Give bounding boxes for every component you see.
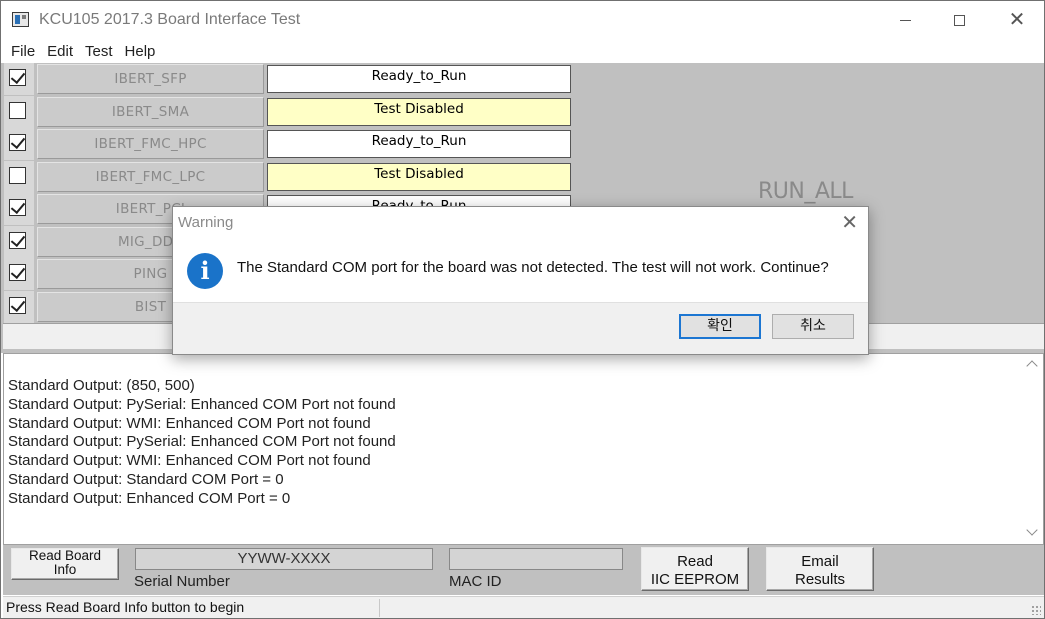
dialog-title: Warning (178, 214, 234, 231)
read-board-label-line1: Read Board (28, 548, 102, 563)
status-divider (379, 599, 380, 617)
log-line: Standard Output: Enhanced COM Port = 0 (8, 489, 291, 507)
app-window: KCU105 2017.3 Board Interface Test ✕ Fil… (0, 0, 1045, 619)
status-bar: Press Read Board Info button to begin (3, 596, 1044, 618)
test-row-ibert-fmc-hpc: IBERT_FMC_HPC Ready_to_Run (1, 128, 573, 160)
test-checkbox[interactable] (9, 296, 26, 314)
test-checkbox[interactable] (9, 199, 26, 216)
test-row-ibert-sma: IBERT_SMA Test Disabled (1, 95, 573, 128)
mac-id-label: MAC ID (449, 573, 502, 590)
menu-help[interactable]: Help (119, 41, 162, 63)
log-line: Standard Output: WMI: Enhanced COM Port … (8, 452, 371, 470)
log-line: Standard Output: PySerial: Enhanced COM … (8, 395, 396, 413)
menu-edit[interactable]: Edit (41, 41, 79, 63)
read-iic-label-line2: IIC EEPROM (650, 571, 740, 588)
maximize-button[interactable] (932, 1, 986, 39)
menu-test[interactable]: Test (79, 41, 119, 63)
close-icon: ✕ (1008, 9, 1026, 31)
scroll-up-icon[interactable] (1026, 360, 1038, 372)
log-output[interactable]: Standard Output: (850, 500) Standard Out… (3, 353, 1044, 545)
test-status: Test Disabled (267, 162, 571, 191)
test-status: Ready_to_Run (267, 65, 571, 93)
maximize-icon (953, 14, 965, 26)
test-name-button[interactable]: IBERT_SMA (37, 96, 264, 127)
menu-bar: File Edit Test Help (1, 41, 161, 63)
dialog-footer: 확인 취소 (173, 302, 868, 354)
warning-dialog: Warning ✕ i The Standard COM port for th… (172, 206, 869, 355)
dialog-close-icon[interactable]: ✕ (841, 211, 858, 235)
test-name-button[interactable]: IBERT_SFP (37, 64, 264, 94)
test-name-button[interactable]: IBERT_FMC_HPC (37, 129, 264, 159)
test-row-ibert-fmc-lpc: IBERT_FMC_LPC Test Disabled (1, 160, 573, 193)
email-label-line1: Email (801, 553, 839, 570)
log-line: Standard Output: Standard COM Port = 0 (8, 470, 284, 488)
log-line: Standard Output: (850, 500) (8, 377, 195, 394)
checkbox-cell (4, 258, 34, 290)
test-status: Ready_to_Run (267, 130, 571, 158)
test-name-button[interactable]: IBERT_FMC_LPC (37, 161, 264, 192)
run-all-button[interactable]: RUN_ALL (758, 179, 853, 204)
read-board-label-line2: Info (53, 562, 77, 577)
test-checkbox[interactable] (9, 101, 26, 119)
checkbox-cell (4, 160, 34, 193)
test-checkbox[interactable] (9, 134, 26, 151)
test-checkbox[interactable] (9, 264, 26, 281)
resize-grip-icon[interactable] (1031, 605, 1041, 615)
title-bar: KCU105 2017.3 Board Interface Test ✕ (1, 1, 1044, 39)
test-checkbox[interactable] (9, 231, 26, 249)
log-lines: Standard Output: (850, 500) Standard Out… (8, 377, 396, 509)
test-checkbox[interactable] (9, 69, 26, 86)
checkbox-cell (4, 225, 34, 258)
close-button[interactable]: ✕ (990, 1, 1044, 39)
scroll-down-icon[interactable] (1026, 524, 1038, 536)
window-title: KCU105 2017.3 Board Interface Test (39, 11, 301, 28)
log-scrollbar[interactable] (1021, 354, 1043, 544)
test-row-ibert-sfp: IBERT_SFP Ready_to_Run (1, 63, 573, 95)
serial-number-field[interactable]: YYWW-XXXX (135, 548, 433, 570)
log-line: Standard Output: WMI: Enhanced COM Port … (8, 414, 371, 432)
info-icon: i (187, 253, 223, 289)
log-line: Standard Output: PySerial: Enhanced COM … (8, 433, 396, 451)
dialog-message: The Standard COM port for the board was … (237, 259, 829, 276)
board-info-panel: Read Board Info YYWW-XXXX Serial Number … (3, 545, 1044, 595)
read-iic-eeprom-button[interactable]: Read IIC EEPROM (641, 547, 749, 591)
app-icon (12, 12, 29, 27)
test-checkbox[interactable] (9, 166, 26, 184)
email-label-line2: Results (794, 571, 846, 588)
checkbox-cell (4, 95, 34, 128)
menu-file[interactable]: File (5, 41, 41, 63)
email-results-button[interactable]: Email Results (766, 547, 874, 591)
checkbox-cell (4, 63, 34, 95)
read-board-info-button[interactable]: Read Board Info (11, 548, 119, 580)
checkbox-cell (4, 128, 34, 160)
mac-id-field[interactable] (449, 548, 623, 570)
minimize-icon (899, 19, 911, 21)
ok-button[interactable]: 확인 (679, 314, 761, 339)
test-status: Test Disabled (267, 97, 571, 126)
read-iic-label-line1: Read (677, 553, 713, 570)
checkbox-cell (4, 290, 34, 323)
minimize-button[interactable] (878, 1, 932, 39)
checkbox-cell (4, 193, 34, 225)
cancel-button[interactable]: 취소 (772, 314, 854, 339)
serial-number-label: Serial Number (134, 573, 230, 590)
status-text: Press Read Board Info button to begin (6, 599, 245, 615)
